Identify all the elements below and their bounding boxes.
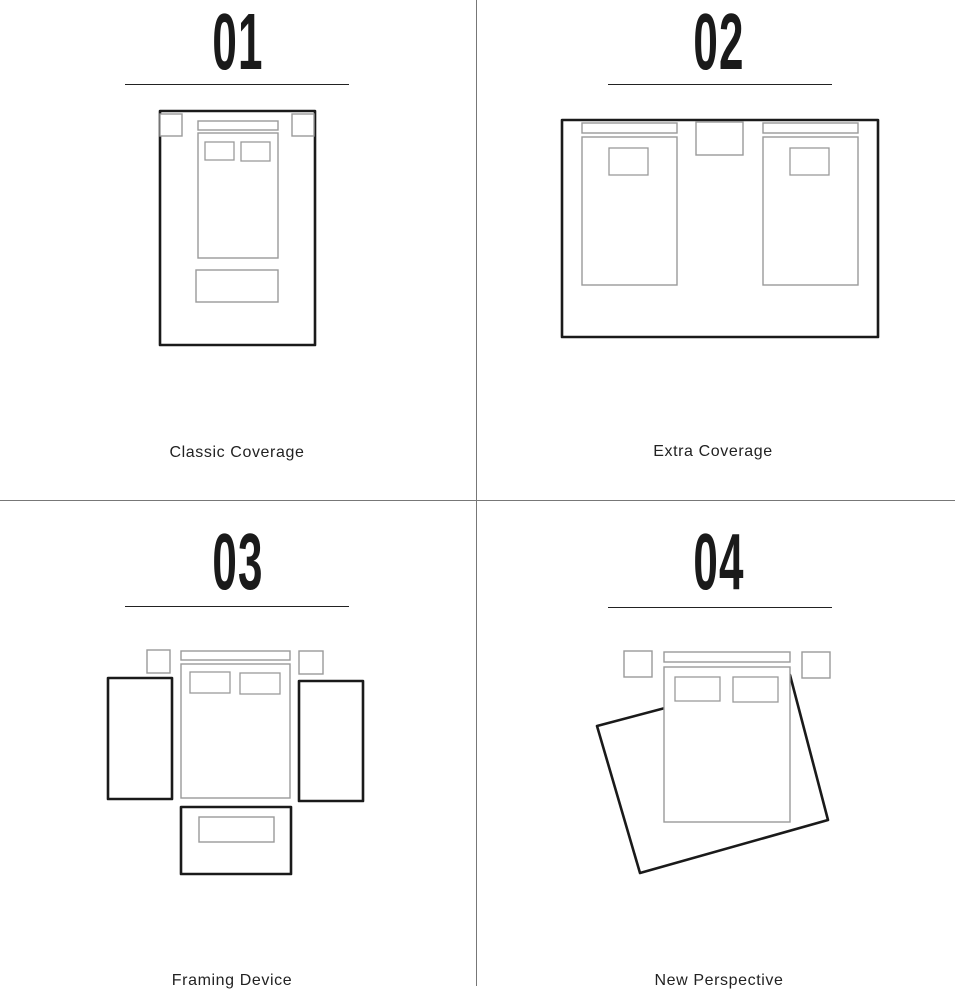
bench	[195, 269, 279, 303]
nightstand	[695, 121, 744, 156]
pillow	[189, 671, 231, 694]
layout-new-perspective	[595, 650, 831, 875]
rug-layouts-diagram	[106, 109, 880, 876]
pillow	[674, 676, 721, 702]
rug-runner-left	[106, 676, 174, 801]
bench	[198, 816, 275, 843]
nightstand-left	[159, 113, 183, 137]
headboard	[663, 651, 791, 663]
layout-extra-coverage	[560, 118, 880, 339]
nightstand-left	[146, 649, 171, 674]
headboard-left	[581, 122, 678, 134]
pillow	[240, 141, 271, 162]
headboard-right	[762, 122, 859, 134]
pillow	[608, 147, 649, 176]
nightstand-right	[801, 651, 831, 679]
layout-framing-device	[106, 649, 365, 876]
headboard	[197, 120, 279, 131]
pillow	[732, 676, 779, 703]
headboard	[180, 650, 291, 661]
rug-runner-right	[297, 679, 365, 803]
pillow	[789, 147, 830, 176]
nightstand-right	[291, 113, 315, 137]
pillow	[204, 141, 235, 161]
nightstand-right	[298, 650, 324, 675]
nightstand-left	[623, 650, 653, 678]
pillow	[239, 672, 281, 695]
layout-classic-coverage	[158, 109, 317, 347]
